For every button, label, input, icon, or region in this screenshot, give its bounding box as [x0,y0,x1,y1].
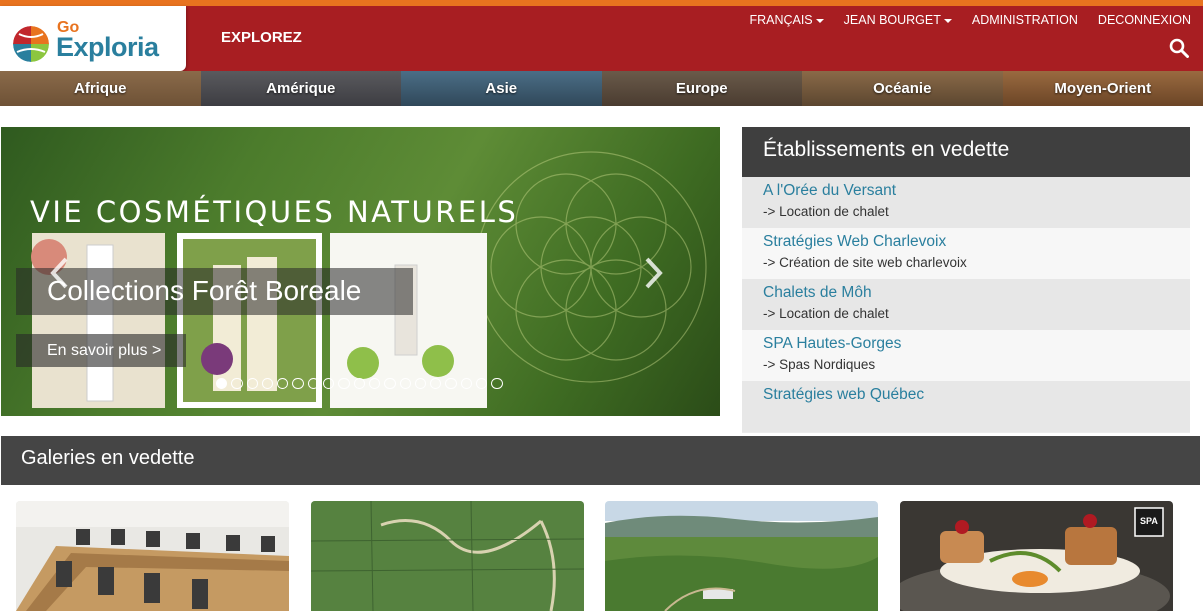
slider-dot[interactable] [414,378,427,389]
featured-item-category: -> Spas Nordiques [763,357,876,372]
slider-dot[interactable] [460,378,473,389]
gallery-image [900,501,1173,611]
gallery-card-spa-dish[interactable]: SPA [900,501,1173,611]
slide-caption: Collections Forêt Boreale [16,268,413,315]
galleries-section-header: Galeries en vedette [1,436,1200,485]
featured-item[interactable]: SPA Hautes-Gorges -> Spas Nordiques [742,330,1190,381]
slider-dot[interactable] [399,378,411,389]
language-label: FRANÇAIS [749,13,813,27]
slider-dot[interactable] [353,378,365,389]
slider-dot[interactable] [231,378,243,389]
slider-dot[interactable] [292,378,304,389]
slider-pagination [216,378,503,389]
slider-dot[interactable] [368,378,381,389]
top-navigation: FRANÇAIS JEAN BOURGET ADMINISTRATION DEC… [749,13,1191,27]
chevron-left-icon[interactable] [48,255,70,291]
slider-dot[interactable] [430,378,442,389]
featured-item-category: -> Location de chalet [763,204,889,219]
region-tab-europe[interactable]: Europe [601,71,802,106]
featured-establishments-panel: Établissements en vedette A l'Orée du Ve… [742,127,1190,433]
gallery-card-aerial-forest[interactable] [311,501,584,611]
featured-list: A l'Orée du Versant -> Location de chalet… [742,177,1190,432]
learn-more-label: En savoir plus > [47,342,162,359]
featured-item-name[interactable]: Chalets de Môh [763,284,1190,302]
region-tab-amerique[interactable]: Amérique [200,71,401,106]
search-icon[interactable] [1169,38,1189,58]
gallery-image [605,501,878,611]
administration-link[interactable]: ADMINISTRATION [972,13,1078,27]
gallery-image [16,501,289,611]
user-label: JEAN BOURGET [843,13,941,27]
featured-item[interactable]: Stratégies web Québec [742,381,1190,432]
slider-dot[interactable] [246,378,258,389]
slider-dot[interactable] [338,378,350,389]
logo-name-text: Exploria [56,32,159,62]
region-tab-oceanie[interactable]: Océanie [802,71,1003,106]
hero-slider[interactable]: VIE COSMÉTIQUES NATURELS Collections For… [1,127,720,416]
featured-item-name[interactable]: Stratégies Web Charlevoix [763,233,1190,251]
globe-logo-icon [13,26,49,62]
language-menu[interactable]: FRANÇAIS [749,13,824,27]
slider-dot[interactable] [476,378,488,389]
featured-item-name[interactable]: Stratégies web Québec [763,386,1190,404]
learn-more-button[interactable]: En savoir plus > [16,334,186,367]
site-header: Go Exploria EXPLOREZ FRANÇAIS JEAN BOURG… [0,6,1203,71]
chevron-right-icon[interactable] [643,255,665,291]
slider-dot[interactable] [323,378,335,389]
slider-dot[interactable] [491,378,503,389]
logout-link[interactable]: DECONNEXION [1098,13,1191,27]
region-navigation: Afrique Amérique Asie Europe Océanie Moy… [0,71,1203,106]
user-menu[interactable]: JEAN BOURGET [844,13,952,27]
featured-item-category: -> Location de chalet [763,306,889,321]
caret-down-icon [815,18,824,23]
region-tab-afrique[interactable]: Afrique [0,71,201,106]
spa-badge: SPA [1140,516,1158,526]
caret-down-icon [943,18,952,23]
featured-item-name[interactable]: A l'Orée du Versant [763,182,1190,200]
featured-item-name[interactable]: SPA Hautes-Gorges [763,335,1190,353]
slider-dot[interactable] [216,378,228,389]
slider-dot[interactable] [384,378,396,389]
slider-dot[interactable] [307,378,320,389]
explore-menu-link[interactable]: EXPLOREZ [221,29,302,46]
region-tab-asie[interactable]: Asie [401,71,602,106]
region-tab-moyen-orient[interactable]: Moyen-Orient [1002,71,1203,106]
gallery-card-conference-room[interactable] [16,501,289,611]
gallery-image [311,501,584,611]
featured-item-category: -> Création de site web charlevoix [763,255,967,270]
slide-caption-title: Collections Forêt Boreale [47,275,362,306]
gallery-card-landscape[interactable] [605,501,878,611]
featured-panel-title: Établissements en vedette [742,127,1190,177]
slider-dot[interactable] [445,378,457,389]
slider-dot[interactable] [277,378,289,389]
featured-item[interactable]: A l'Orée du Versant -> Location de chalet [742,177,1190,228]
slider-dot[interactable] [261,378,274,389]
site-logo[interactable]: Go Exploria [0,6,186,71]
featured-item[interactable]: Chalets de Môh -> Location de chalet [742,279,1190,330]
featured-item[interactable]: Stratégies Web Charlevoix -> Création de … [742,228,1190,279]
slide-banner-text: VIE COSMÉTIQUES NATURELS [30,195,519,229]
